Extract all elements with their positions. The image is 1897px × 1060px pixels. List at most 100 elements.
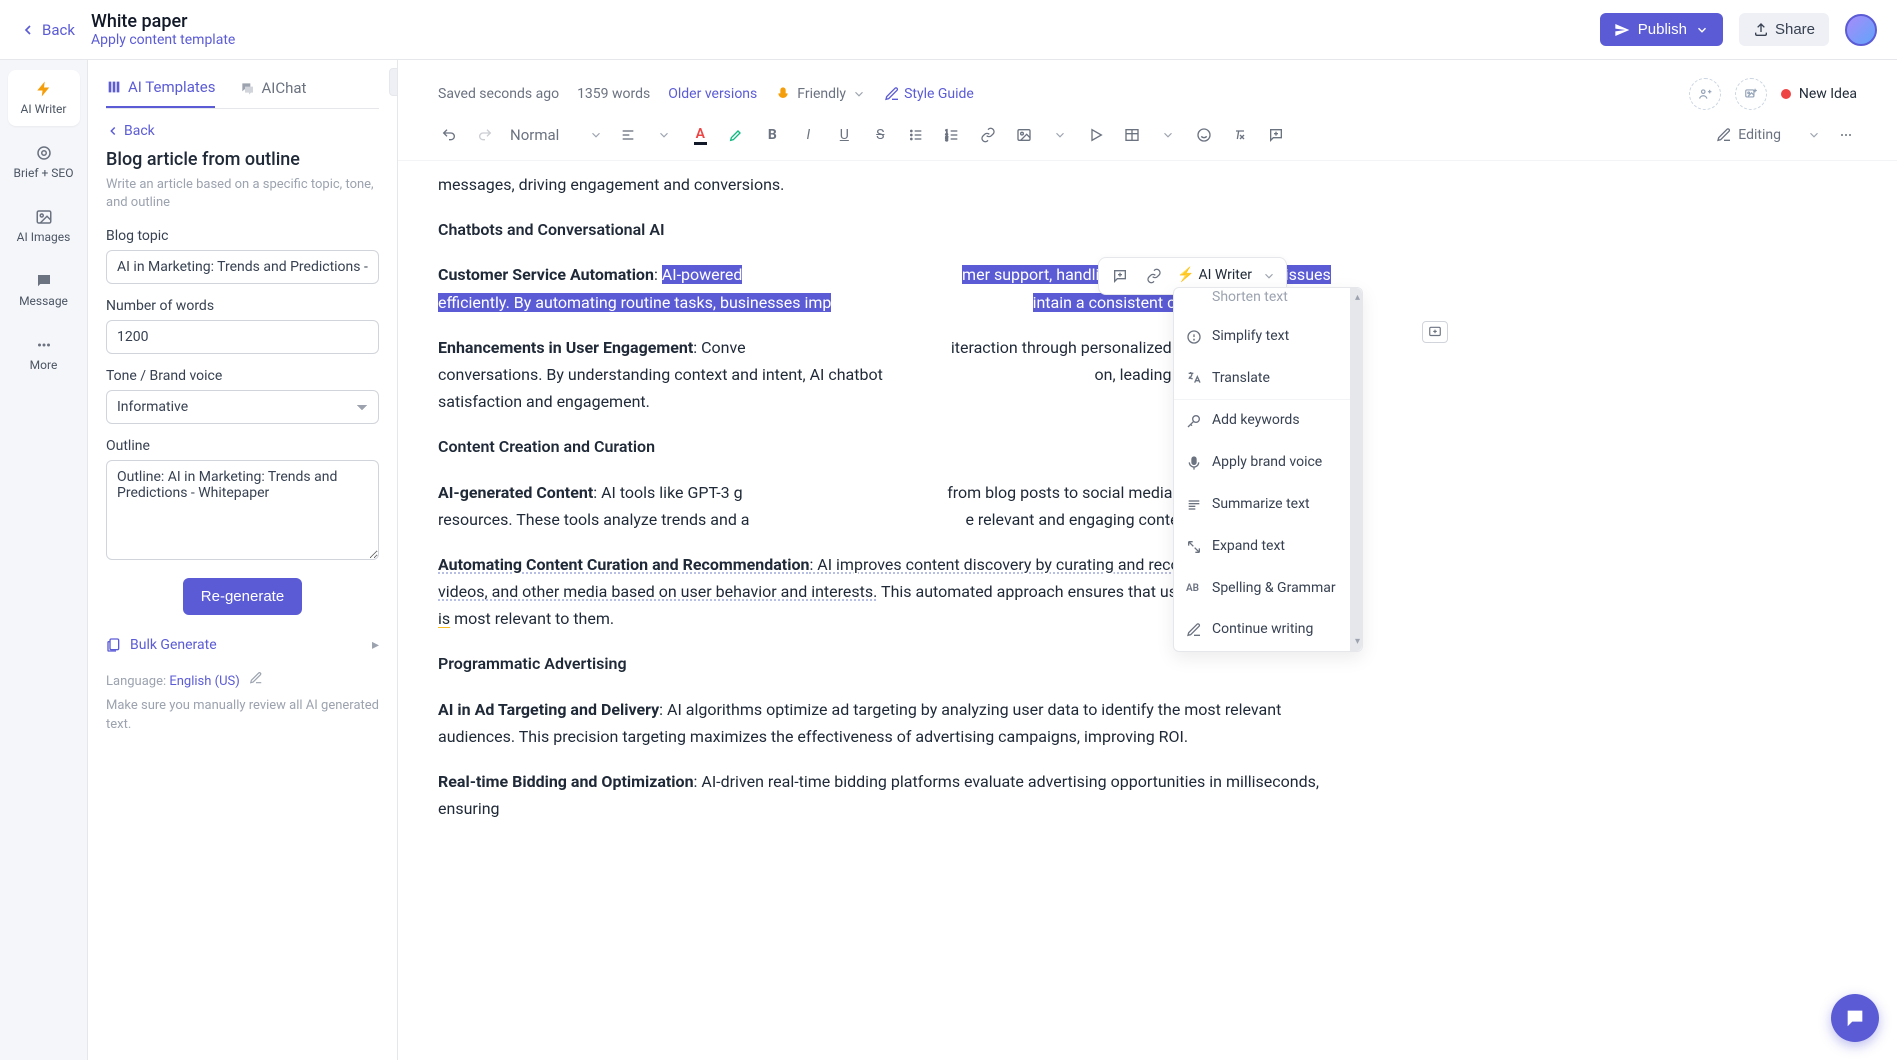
words-input[interactable] [106,320,379,354]
style-guide-link[interactable]: Style Guide [884,86,974,102]
help-chat-button[interactable] [1831,994,1879,1042]
highlight-button[interactable] [725,124,747,146]
paragraph-style-select[interactable]: Normal [510,126,603,144]
selection-ai-writer-dropdown[interactable]: ⚡ AI Writer [1177,264,1276,288]
paragraph-ad[interactable]: AI in Ad Targeting and Delivery: AI algo… [438,696,1358,750]
tab-ai-templates-label: AI Templates [128,78,215,96]
bolt-icon: ⚡ [1177,264,1194,288]
outline-textarea[interactable] [106,460,379,560]
text-color-button[interactable]: A [689,124,711,146]
bullet-list-button[interactable] [905,124,927,146]
tone-dropdown[interactable]: Friendly [775,86,866,102]
table-button[interactable] [1121,124,1143,146]
bold-button[interactable]: B [761,124,783,146]
language-prefix: Language: [106,674,169,689]
dd-expand-text[interactable]: Expand text [1174,526,1362,568]
dd-simplify-text[interactable]: Simplify text [1174,316,1362,358]
publish-label: Publish [1638,21,1687,38]
status-dropdown[interactable]: New Idea [1781,86,1857,102]
rail-ai-images-label: AI Images [17,230,71,244]
rail-brief-seo-label: Brief + SEO [14,166,74,180]
auto-label: Automating Content Curation and Recommen… [438,555,809,574]
add-image-button[interactable] [1735,78,1767,110]
tone-select[interactable]: Informative [106,390,379,424]
language-link[interactable]: English (US) [169,674,239,689]
dd-summarize-text-label: Summarize text [1212,493,1310,517]
rail-more[interactable]: More [8,326,80,382]
ai-writer-dropdown-menu: Shorten text Simplify text Translate Add… [1173,287,1363,652]
rtb-label: Real-time Bidding and Optimization [438,772,694,791]
image-chevron-icon[interactable] [1049,124,1071,146]
bulk-generate-button[interactable]: Bulk Generate ▸ [106,629,379,661]
dd-shorten-text-label: Shorten text [1212,286,1288,310]
dropdown-scrollbar[interactable]: ▴ ▾ [1350,288,1362,651]
add-comment-margin-button[interactable] [1422,321,1448,343]
tab-ai-templates[interactable]: AI Templates [106,72,215,108]
document-title: White paper [91,11,1584,32]
dd-add-keywords-label: Add keywords [1212,409,1300,433]
left-rail: AI Writer Brief + SEO AI Images Message … [0,60,88,1060]
underline-button[interactable]: U [833,124,855,146]
publish-button[interactable]: Publish [1600,13,1723,46]
rail-message[interactable]: Message [8,262,80,318]
rail-message-label: Message [19,294,68,308]
redo-button[interactable] [474,124,496,146]
editing-mode-label: Editing [1738,127,1781,143]
rail-brief-seo[interactable]: Brief + SEO [8,134,80,190]
outline-label: Outline [106,438,379,454]
share-button[interactable]: Share [1739,13,1829,46]
align-chevron-icon[interactable] [653,124,675,146]
back-button[interactable]: Back [20,21,75,39]
selection-link-button[interactable] [1143,265,1165,287]
heading-chatbots[interactable]: Chatbots and Conversational AI [438,216,1358,243]
align-button[interactable] [617,124,639,146]
dd-continue-writing[interactable]: Continue writing [1174,609,1362,651]
emoji-button[interactable] [1193,124,1215,146]
rail-ai-writer[interactable]: AI Writer [8,70,80,126]
share-label: Share [1775,21,1815,38]
heading-programmatic[interactable]: Programmatic Advertising [438,650,1358,677]
dd-shorten-text[interactable]: Shorten text [1174,286,1362,316]
dd-add-keywords[interactable]: Add keywords [1174,400,1362,442]
tab-aichat[interactable]: AIChat [239,72,306,108]
link-button[interactable] [977,124,999,146]
older-versions-link[interactable]: Older versions [668,86,757,102]
undo-button[interactable] [438,124,460,146]
strikethrough-button[interactable]: S [869,124,891,146]
collapse-panel-button[interactable] [389,68,398,96]
topic-input[interactable] [106,250,379,284]
apply-template-link[interactable]: Apply content template [91,32,1584,48]
review-note: Make sure you manually review all AI gen… [106,697,379,733]
dd-translate[interactable]: Translate [1174,358,1362,400]
csa-label: Customer Service Automation [438,265,654,284]
dd-spelling-grammar[interactable]: AB Spelling & Grammar [1174,568,1362,610]
status-dot-icon [1781,89,1791,99]
paragraph[interactable]: messages, driving engagement and convers… [438,171,1358,198]
selection-comment-button[interactable] [1109,265,1131,287]
dd-apply-brand-voice[interactable]: Apply brand voice [1174,442,1362,484]
selected-text-1: AI-powered [662,265,743,284]
video-button[interactable] [1085,124,1107,146]
panel-back-button[interactable]: Back [106,123,379,139]
clear-format-button[interactable] [1229,124,1251,146]
more-toolbar-button[interactable] [1835,124,1857,146]
table-chevron-icon[interactable] [1157,124,1179,146]
regenerate-button[interactable]: Re-generate [183,578,302,615]
add-collaborator-button[interactable] [1689,78,1721,110]
user-avatar[interactable] [1845,14,1877,46]
italic-button[interactable]: I [797,124,819,146]
template-desc: Write an article based on a specific top… [106,176,379,212]
aigen-t3: e relevant and engaging content. [965,510,1196,529]
comment-button[interactable] [1265,124,1287,146]
status-dropdown-label: New Idea [1799,86,1857,102]
rail-more-label: More [30,358,58,372]
rail-ai-images[interactable]: AI Images [8,198,80,254]
editing-mode-select[interactable]: Editing [1716,127,1821,143]
numbered-list-button[interactable]: 123 [941,124,963,146]
edit-language-icon[interactable] [249,674,263,689]
eue-txt1: : Conve [693,338,745,357]
image-button[interactable] [1013,124,1035,146]
dd-summarize-text[interactable]: Summarize text [1174,484,1362,526]
language-row: Language: English (US) [106,671,379,689]
paragraph-rtb[interactable]: Real-time Bidding and Optimization: AI-d… [438,768,1358,822]
